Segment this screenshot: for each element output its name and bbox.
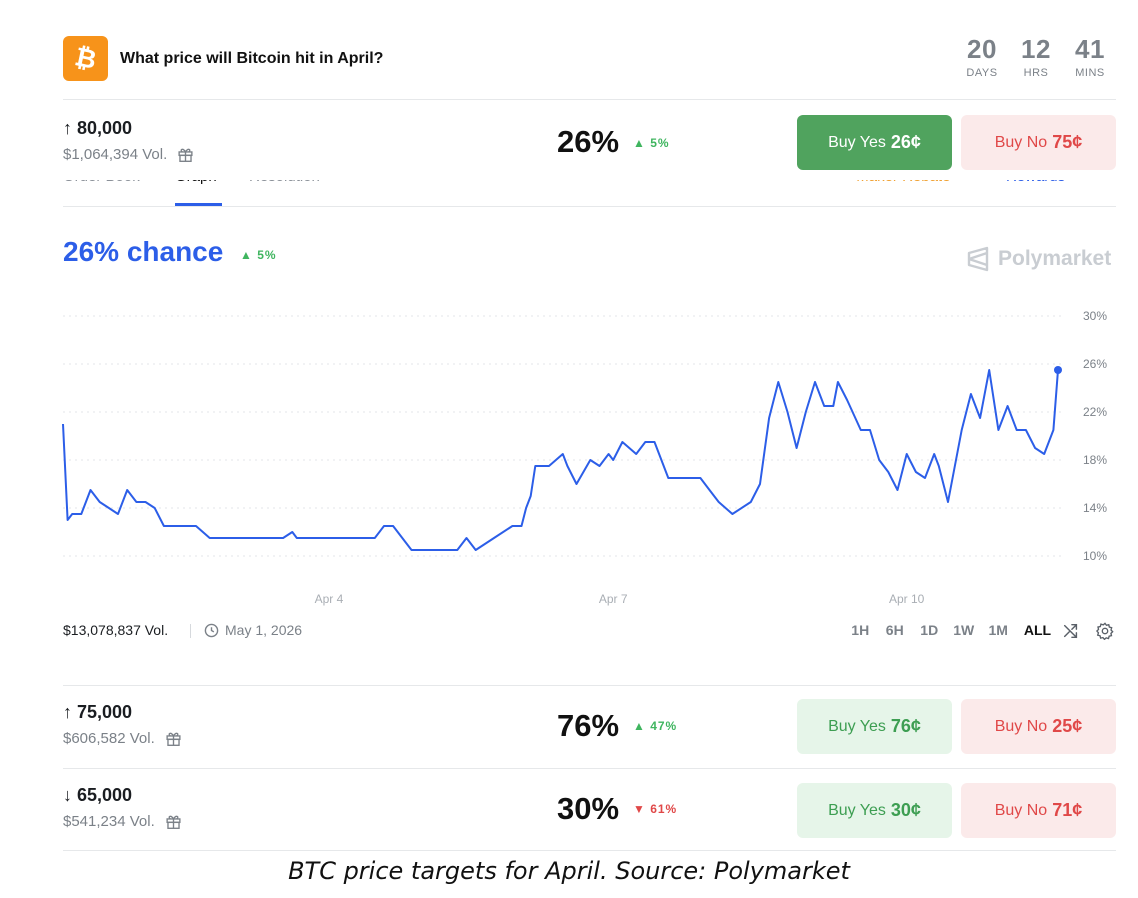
- series-line: [62, 369, 1059, 551]
- y-tick-label: 18%: [1083, 453, 1107, 467]
- shuffle-icon[interactable]: [1062, 622, 1080, 640]
- y-tick-label: 10%: [1083, 549, 1107, 563]
- range-1h[interactable]: 1H: [843, 622, 878, 638]
- current-value-point: [1054, 366, 1062, 374]
- market-row-65000[interactable]: ↓ 65,000 $541,234 Vol. 30% ▼ 61% Buy Yes…: [63, 768, 1116, 851]
- total-volume: $13,078,837 Vol.: [63, 622, 169, 638]
- market-chance: 76%: [557, 708, 620, 743]
- gift-icon[interactable]: [165, 813, 182, 830]
- market-volume: $606,582 Vol.: [63, 730, 182, 747]
- footer-divider: [190, 624, 191, 638]
- range-1w[interactable]: 1W: [947, 622, 982, 638]
- y-tick-label: 22%: [1083, 405, 1107, 419]
- x-tick-label: Apr 10: [889, 592, 925, 606]
- market-volume: $541,234 Vol.: [63, 813, 182, 830]
- market-target: ↑ 75,000: [63, 702, 133, 722]
- x-tick-label: Apr 7: [599, 592, 628, 606]
- buy-yes-button[interactable]: Buy Yes 76¢: [797, 699, 952, 754]
- y-tick-label: 30%: [1083, 309, 1107, 323]
- range-all[interactable]: ALL: [1016, 622, 1060, 638]
- market-change: ▲ 47%: [633, 719, 678, 733]
- y-tick-label: 26%: [1083, 357, 1107, 371]
- range-6h[interactable]: 6H: [878, 622, 913, 638]
- market-row-75000[interactable]: ↑ 75,000 $606,582 Vol. 76% ▲ 47% Buy Yes…: [63, 685, 1116, 768]
- buy-no-button[interactable]: Buy No 25¢: [961, 699, 1116, 754]
- x-tick-label: Apr 4: [315, 592, 344, 606]
- market-target: ↓ 65,000: [63, 785, 133, 805]
- gift-icon[interactable]: [165, 730, 182, 747]
- y-tick-label: 14%: [1083, 501, 1107, 515]
- market-chance: 30%: [557, 791, 620, 826]
- end-date: May 1, 2026: [204, 622, 302, 638]
- buy-yes-button[interactable]: Buy Yes 30¢: [797, 783, 952, 838]
- range-1m[interactable]: 1M: [981, 622, 1016, 638]
- market-change: ▼ 61%: [633, 802, 678, 816]
- settings-gear-icon[interactable]: [1096, 622, 1114, 640]
- range-1d[interactable]: 1D: [912, 622, 947, 638]
- clock-icon: [204, 623, 219, 637]
- figure-caption: BTC price targets for April. Source: Pol…: [288, 857, 850, 885]
- time-range-selector: 1H 6H 1D 1W 1M ALL: [843, 622, 1060, 638]
- buy-no-button[interactable]: Buy No 71¢: [961, 783, 1116, 838]
- probability-chart[interactable]: 10% 14% 18% 22% 26% 30% Apr 4 Apr 7 Apr 10: [0, 0, 1138, 620]
- chart-footer: $13,078,837 Vol. May 1, 2026 1H 6H 1D 1W…: [63, 622, 1116, 642]
